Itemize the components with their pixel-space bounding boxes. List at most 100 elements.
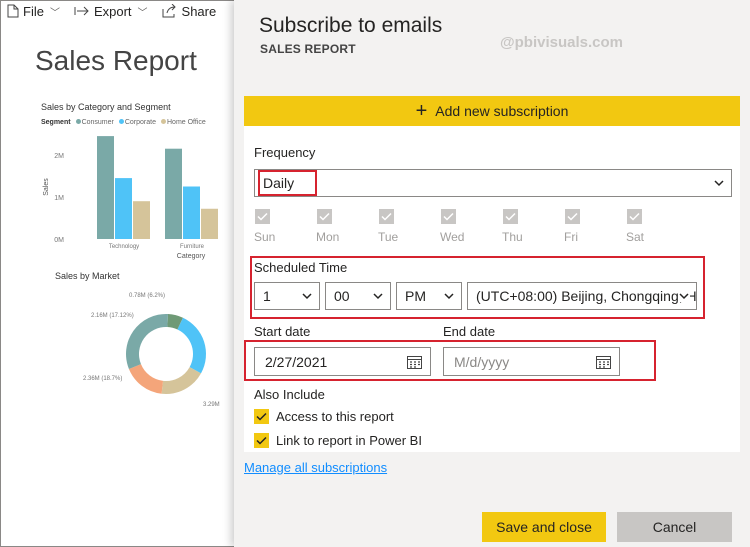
hour-value: 1 [263,288,271,304]
share-button[interactable]: Share [162,3,217,19]
day-thu[interactable]: Thu [502,209,564,244]
chevron-down-icon [302,293,312,300]
day-label-tue: Tue [378,230,399,244]
donut-slice [126,314,168,370]
chevron-down-icon: ﹀ [137,7,148,19]
share-icon [162,4,176,18]
check-icon [443,212,454,221]
x-tick-label: Technology [109,244,139,250]
weekday-checkboxes: Sun Mon Tue Wed Thu Fri Sat [254,209,688,244]
bar-consumer [97,136,114,239]
y-tick-label: 0M [54,237,64,244]
x-tick-label: Furniture [180,244,205,250]
day-wed[interactable]: Wed [440,209,502,244]
chart-legend: Segment Consumer Corporate Home Office [41,119,206,126]
start-date-value: 2/27/2021 [265,353,328,370]
day-fri[interactable]: Fri [564,209,626,244]
check-icon [381,212,392,221]
file-menu[interactable]: File ﹀ [7,4,60,19]
legend-dot-home-office [161,119,166,124]
link-report-checkbox[interactable] [254,433,269,448]
checkbox-fri[interactable] [565,209,580,224]
checkbox-sun[interactable] [255,209,270,224]
check-icon [256,412,267,421]
frequency-select[interactable]: Daily [254,169,732,197]
access-report-option[interactable]: Access to this report [254,409,394,424]
subscribe-dialog: Subscribe to emails SALES REPORT @pbivis… [234,0,750,547]
day-mon[interactable]: Mon [316,209,378,244]
subscription-panel: + Add new subscription Frequency Daily S… [244,96,740,452]
donut-slice [161,367,201,394]
x-axis-label: Category [177,253,206,260]
end-date-label: End date [443,324,496,339]
chevron-down-icon: ﹀ [49,7,60,19]
also-include-label: Also Include [254,387,325,402]
day-label-thu: Thu [502,230,523,244]
frequency-value: Daily [263,175,295,191]
add-subscription-label: Add new subscription [435,103,569,119]
file-icon [7,4,19,18]
legend-title: Segment [41,119,71,126]
plus-icon: + [415,100,428,122]
checkbox-wed[interactable] [441,209,456,224]
end-date-placeholder: M/d/yyyy [454,353,510,370]
legend-item-home-office: Home Office [161,119,206,126]
donut-slice [177,317,206,374]
dialog-title: Subscribe to emails [259,14,443,37]
end-date-input[interactable]: M/d/yyyy [443,347,620,376]
start-date-input[interactable]: 2/27/2021 [254,347,431,376]
day-label-sat: Sat [626,230,645,244]
donut-label: 3.29M [203,402,220,408]
cancel-button[interactable]: Cancel [617,512,732,542]
bar-chart: 2M 1M 0M Sales Technology Furniture Category [43,136,218,260]
hour-select[interactable]: 1 [254,282,320,310]
legend-item-corporate: Corporate [118,119,156,126]
chevron-down-icon [678,290,690,302]
day-sat[interactable]: Sat [626,209,688,244]
manage-subscriptions-link[interactable]: Manage all subscriptions [244,460,387,475]
export-menu[interactable]: Export ﹀ [74,4,148,19]
chevron-down-icon [444,293,454,300]
timezone-select[interactable]: (UTC+08:00) Beijing, Chongqing, H [467,282,697,310]
bar-home-office [133,201,150,239]
donut-label: 0.78M (6.2%) [129,293,165,299]
donut-slice [128,364,164,394]
chevron-down-icon [373,293,383,300]
checkbox-thu[interactable] [503,209,518,224]
calendar-icon[interactable] [596,355,611,369]
legend-label-corporate: Corporate [124,119,156,126]
day-sun[interactable]: Sun [254,209,316,244]
ampm-value: PM [405,288,426,304]
y-axis-label: Sales [43,178,50,196]
add-subscription-button[interactable]: + Add new subscription [244,96,740,126]
timezone-value: (UTC+08:00) Beijing, Chongqing, H [476,288,697,304]
save-and-close-button[interactable]: Save and close [482,512,606,542]
access-report-checkbox[interactable] [254,409,269,424]
donut-chart: 0.78M (6.2%) 2.16M (17.12%) 2.36M (18.7%) 3… [83,293,220,408]
day-label-fri: Fri [564,230,578,244]
export-icon [74,6,89,16]
check-icon [505,212,516,221]
file-label: File [23,3,44,19]
report-title: Sales Report [35,45,197,76]
export-label: Export [93,3,132,19]
calendar-icon[interactable] [407,355,422,369]
day-tue[interactable]: Tue [378,209,440,244]
checkbox-mon[interactable] [317,209,332,224]
checkbox-tue[interactable] [379,209,394,224]
link-report-option[interactable]: Link to report in Power BI [254,433,422,448]
share-label: Share [181,3,217,19]
scheduled-time-label: Scheduled Time [254,260,348,275]
bar-corporate [183,186,200,239]
legend-label-consumer: Consumer [81,119,114,126]
watermark: @pbivisuals.com [500,34,623,51]
y-tick-label: 2M [54,153,64,160]
bar-home-office [201,208,218,239]
checkbox-sat[interactable] [627,209,642,224]
frequency-label: Frequency [254,145,316,160]
day-label-sun: Sun [254,230,276,244]
ampm-select[interactable]: PM [396,282,462,310]
minute-select[interactable]: 00 [325,282,391,310]
start-date-label: Start date [254,324,311,339]
check-icon [629,212,640,221]
